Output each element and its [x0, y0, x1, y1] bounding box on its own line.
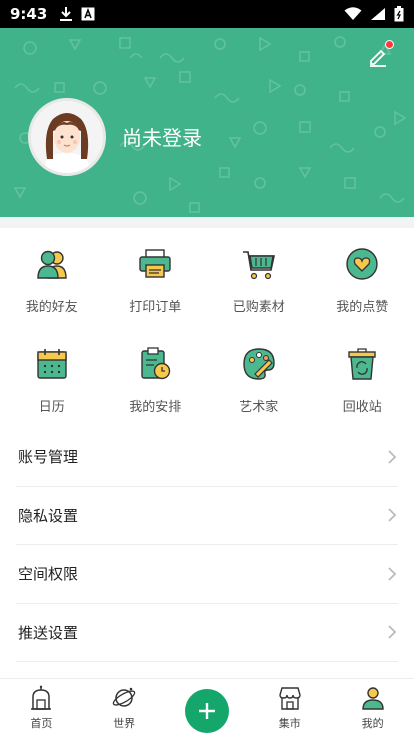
grid-label: 回收站 — [342, 400, 382, 415]
nav-label: 集市 — [278, 717, 301, 730]
nav-item-home[interactable]: 首页 — [0, 679, 83, 736]
chevron-right-icon — [388, 625, 397, 639]
wifi-icon — [344, 7, 362, 20]
user-icon — [361, 687, 384, 710]
grid-item-purchased-materials[interactable]: 已购素材 — [207, 236, 311, 336]
chevron-right-icon — [388, 567, 397, 581]
grid-item-my-likes[interactable]: 我的点赞 — [311, 236, 414, 336]
grid-item-print-orders[interactable]: 打印订单 — [104, 236, 208, 336]
palette-icon — [243, 348, 275, 380]
edit-profile-button[interactable] — [364, 40, 394, 70]
home-icon — [31, 685, 52, 710]
settings-row-push[interactable]: 推送设置 — [16, 604, 398, 662]
plus-icon — [198, 702, 215, 719]
a-box-icon — [81, 7, 95, 21]
schedule-icon — [141, 347, 171, 380]
heart-icon — [346, 248, 378, 280]
avatar-illustration — [31, 101, 103, 173]
battery-icon — [394, 6, 404, 22]
grid-label: 我的好友 — [25, 300, 78, 315]
settings-row-space-permissions[interactable]: 空间权限 — [16, 545, 398, 604]
nav-item-market[interactable]: 集市 — [248, 679, 331, 736]
profile-header: 尚未登录 — [0, 28, 414, 217]
grid-label: 我的点赞 — [336, 300, 389, 315]
grid-item-recycle-bin[interactable]: 回收站 — [311, 336, 414, 436]
recycle-bin-icon — [348, 348, 376, 380]
settings-row-privacy[interactable]: 隐私设置 — [16, 487, 398, 545]
settings-label: 推送设置 — [18, 623, 79, 642]
planet-icon — [112, 687, 136, 707]
bottom-nav: 首页 世界 集市 我的 — [0, 678, 414, 736]
calendar-icon — [37, 349, 67, 379]
nav-item-world[interactable]: 世界 — [83, 679, 166, 736]
pencil-icon — [370, 49, 386, 67]
signal-icon — [371, 8, 385, 20]
create-button[interactable] — [184, 688, 229, 733]
settings-label: 账号管理 — [18, 448, 79, 467]
shop-icon — [279, 687, 301, 710]
login-status-text[interactable]: 尚未登录 — [122, 122, 202, 151]
download-icon — [60, 7, 73, 21]
cart-icon — [242, 251, 275, 280]
grid-item-calendar[interactable]: 日历 — [0, 336, 104, 436]
grid-label: 我的安排 — [129, 400, 182, 415]
nav-label: 首页 — [30, 717, 53, 730]
settings-label: 隐私设置 — [18, 506, 79, 525]
grid-label: 已购素材 — [232, 300, 285, 315]
nav-item-mine[interactable]: 我的 — [331, 679, 414, 736]
status-bar: 9:43 — [0, 0, 414, 28]
grid-item-artists[interactable]: 艺术家 — [207, 336, 311, 436]
settings-list: 账号管理 隐私设置 空间权限 推送设置 — [0, 428, 414, 662]
chevron-right-icon — [388, 450, 397, 464]
grid-label: 艺术家 — [239, 400, 279, 415]
settings-label: 空间权限 — [18, 565, 79, 584]
nav-label: 我的 — [361, 717, 384, 730]
nav-item-create[interactable] — [166, 679, 249, 736]
section-divider — [0, 217, 414, 228]
friends-icon — [37, 250, 67, 279]
avatar[interactable] — [28, 98, 106, 176]
settings-row-account[interactable]: 账号管理 — [16, 428, 398, 487]
chevron-right-icon — [388, 508, 397, 522]
printer-icon — [139, 249, 171, 278]
grid-item-friends[interactable]: 我的好友 — [0, 236, 104, 336]
feature-grid: 我的好友 打印订单 已购素材 我的点赞 日历 我的安排 艺术家 回收站 — [0, 236, 414, 436]
nav-label: 世界 — [113, 717, 136, 730]
notification-dot — [385, 40, 394, 49]
status-time: 9:43 — [10, 5, 48, 23]
grid-label: 打印订单 — [129, 300, 182, 315]
grid-label: 日历 — [38, 400, 65, 415]
grid-item-my-schedule[interactable]: 我的安排 — [104, 336, 208, 436]
